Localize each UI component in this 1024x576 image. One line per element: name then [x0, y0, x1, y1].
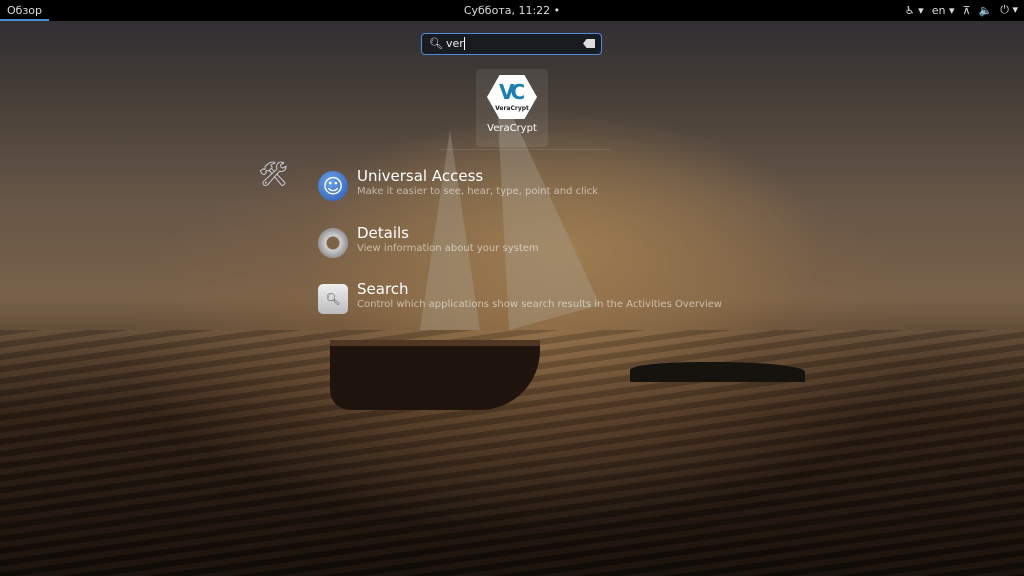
volume-icon[interactable]: 🔈 — [979, 4, 993, 17]
power-menu[interactable]: ⏻ ▾ — [1000, 3, 1018, 17]
language-menu[interactable]: en ▾ — [932, 4, 955, 17]
search-icon: 🔍︎ — [429, 37, 443, 50]
notification-dot-icon: • — [553, 4, 561, 17]
accessibility-menu[interactable]: ♿ ▾ — [905, 4, 924, 17]
search-input[interactable]: 🔍︎ ver — [421, 33, 602, 55]
app-name: VeraCrypt — [487, 123, 537, 134]
search-input-value: ver — [446, 37, 464, 50]
results-separator — [440, 149, 610, 150]
result-subtitle: Make it easier to see, hear, type, point… — [357, 186, 599, 197]
result-subtitle: Control which applications show search r… — [357, 299, 723, 310]
result-title: Universal Access — [357, 167, 484, 185]
app-result-veracrypt[interactable]: VC VeraCrypt VeraCrypt — [476, 69, 548, 147]
text-cursor — [463, 37, 465, 50]
system-tray: ♿ ▾ en ▾ ⊼ 🔈 ⏻ ▾ — [905, 3, 1018, 17]
language-label: en — [931, 3, 946, 17]
network-icon[interactable]: ⊼ — [963, 4, 971, 17]
result-subtitle: View information about your system — [357, 243, 539, 254]
desktop-overview: Обзор Суббота, 11:22 • ♿ ▾ en ▾ ⊼ 🔈 ⏻ ▾ … — [0, 0, 1024, 576]
veracrypt-logo-icon: VC VeraCrypt — [487, 75, 537, 119]
result-title: Search — [357, 280, 409, 298]
clock-label: Суббота, 11:22 — [463, 4, 551, 17]
clear-search-icon[interactable] — [583, 39, 595, 48]
top-bar: Обзор Суббота, 11:22 • ♿ ▾ en ▾ ⊼ 🔈 ⏻ ▾ — [0, 0, 1024, 21]
accessibility-icon: ☺ — [318, 171, 348, 201]
gear-icon — [318, 228, 348, 258]
clock[interactable]: Суббота, 11:22 • — [0, 4, 1024, 17]
result-title: Details — [357, 224, 410, 242]
search-settings-icon: 🔍︎ — [318, 284, 348, 314]
settings-app-icon[interactable]: 🛠︎ — [258, 160, 288, 188]
